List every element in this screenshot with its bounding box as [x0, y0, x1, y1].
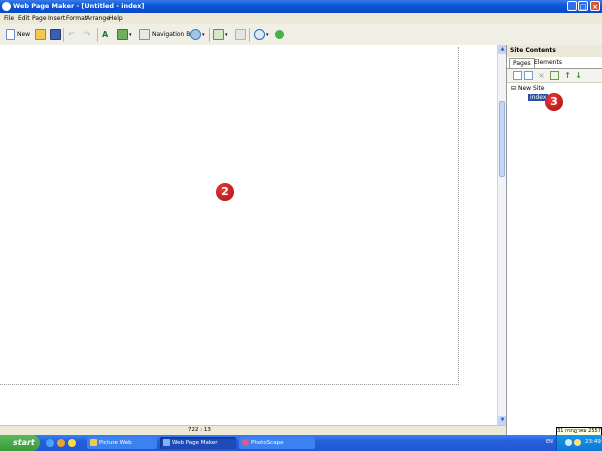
insert-text-button[interactable]: A [102, 29, 111, 40]
menu-file[interactable]: File [4, 15, 14, 22]
new-page-icon[interactable] [513, 71, 522, 80]
paste-icon [235, 29, 246, 40]
chevron-down-icon[interactable]: ▾ [202, 32, 205, 38]
close-button[interactable]: × [590, 1, 600, 11]
start-button[interactable]: start [0, 435, 40, 451]
new-button[interactable]: New [6, 29, 30, 40]
open-icon [35, 29, 46, 40]
ie-icon[interactable] [46, 439, 54, 447]
quicklaunch-icon[interactable] [68, 439, 76, 447]
volume-icon[interactable] [565, 439, 572, 446]
clock[interactable]: 23:49 [585, 439, 601, 445]
chevron-down-icon[interactable]: ▾ [225, 32, 228, 38]
network-icon[interactable] [574, 439, 581, 446]
taskbar-item-picture-web[interactable]: Picture Web [87, 437, 157, 449]
navigation-bar-button[interactable]: Navigation Bar [139, 29, 197, 40]
form-icon [190, 29, 201, 40]
annotation-badge-3: 3 [545, 93, 563, 111]
system-tray: 23:49 [556, 435, 602, 451]
window-title: Web Page Maker - [Untitled - index] [13, 2, 145, 10]
preview-button[interactable] [275, 29, 284, 40]
minimize-button[interactable]: _ [567, 1, 577, 11]
draw-icon [213, 29, 224, 40]
site-tree: ⊟ New Site index [511, 85, 549, 101]
paste-button[interactable] [235, 29, 246, 40]
navbar-icon [139, 29, 150, 40]
menu-arrange[interactable]: Arrange [86, 15, 110, 22]
site-contents-panel: Site Contents Pages Elements × ↑ ↓ ⊟ New… [506, 45, 602, 435]
draw-button[interactable]: ▾ [213, 29, 228, 40]
panel-toolbar: × ↑ ↓ [507, 68, 602, 83]
tree-root[interactable]: New Site [518, 85, 545, 92]
move-down-icon[interactable]: ↓ [574, 71, 583, 80]
scrollbar-thumb[interactable] [499, 101, 505, 177]
open-button[interactable] [35, 29, 46, 40]
zoom-button[interactable]: ▾ [254, 29, 269, 40]
image-icon [117, 29, 128, 40]
menu-help[interactable]: Help [109, 15, 123, 22]
menu-edit[interactable]: Edit [18, 15, 30, 22]
menu-bar: File Edit Page Insert Format Arrange Hel… [0, 13, 602, 24]
panel-title: Site Contents [507, 45, 602, 57]
taskbar-item-photoscape[interactable]: PhotoScape [239, 437, 315, 449]
maximize-button[interactable]: □ [578, 1, 588, 11]
app-icon [2, 2, 11, 11]
new-icon [6, 29, 15, 40]
redo-icon: ↷ [84, 30, 91, 39]
cursor-coordinates: 722 : 13 [188, 427, 211, 433]
preview-icon [275, 30, 284, 39]
design-canvas[interactable]: 2 [0, 45, 497, 425]
chevron-down-icon[interactable]: ▾ [129, 32, 132, 38]
tab-elements[interactable]: Elements [531, 58, 565, 68]
toolbar: New ↶ ↷ A ▾ Navigation Bar ▾ ▾ ▾ [0, 24, 602, 46]
taskbar-item-web-page-maker[interactable]: Web Page Maker [160, 437, 236, 449]
text-icon: A [102, 30, 109, 39]
undo-button[interactable]: ↶ [68, 29, 77, 40]
save-icon [50, 29, 61, 40]
redo-button[interactable]: ↷ [84, 29, 93, 40]
move-up-icon[interactable]: ↑ [563, 71, 572, 80]
page-properties-icon[interactable] [550, 71, 559, 80]
insert-image-button[interactable]: ▾ [117, 29, 132, 40]
zoom-icon [254, 29, 265, 40]
undo-icon: ↶ [68, 30, 75, 39]
delete-icon[interactable]: × [537, 71, 546, 80]
title-bar[interactable]: Web Page Maker - [Untitled - index] _ □ … [0, 0, 602, 13]
app-icon [163, 439, 170, 446]
taskbar: start Picture Web Web Page Maker PhotoSc… [0, 435, 602, 451]
annotation-badge-2: 2 [216, 183, 234, 201]
menu-insert[interactable]: Insert [48, 15, 65, 22]
language-indicator[interactable]: EN [546, 439, 553, 445]
copy-page-icon[interactable] [524, 71, 533, 80]
collapse-icon[interactable]: ⊟ [511, 85, 516, 92]
save-button[interactable] [50, 29, 61, 40]
page-boundary [0, 47, 459, 385]
menu-format[interactable]: Format [66, 15, 87, 22]
menu-page[interactable]: Page [32, 15, 47, 22]
form-button[interactable]: ▾ [190, 29, 205, 40]
chevron-down-icon[interactable]: ▾ [266, 32, 269, 38]
quicklaunch-icon[interactable] [57, 439, 65, 447]
photoscape-icon [242, 439, 249, 446]
folder-icon [90, 439, 97, 446]
